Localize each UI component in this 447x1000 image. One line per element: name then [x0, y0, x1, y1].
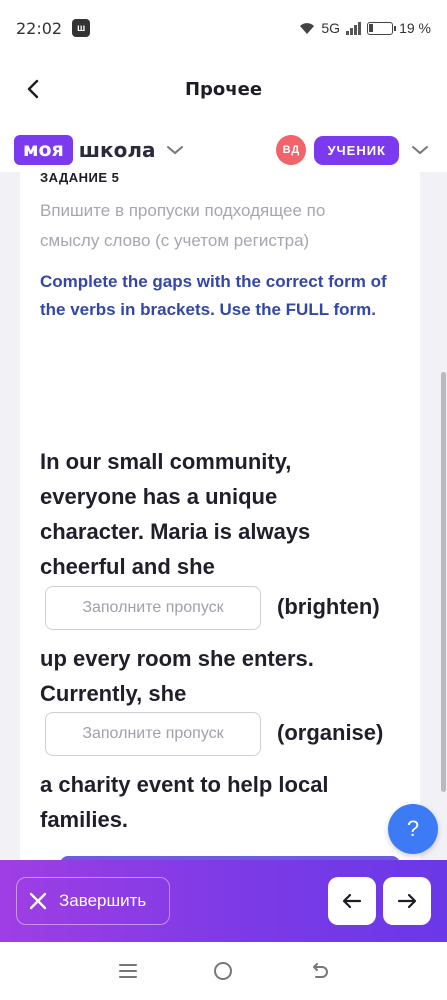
gap-input-2[interactable] — [45, 712, 261, 756]
system-nav-bar — [0, 942, 447, 1000]
next-button[interactable] — [383, 877, 431, 925]
network-type: 5G — [321, 20, 341, 36]
chevron-left-icon — [27, 79, 39, 99]
text-line: a charity event to help local — [40, 772, 329, 797]
status-indicators: 5G 19 % — [299, 20, 431, 36]
brand-logo-shkola: школа — [78, 138, 156, 162]
text-line: character. Maria is always — [40, 519, 311, 544]
brand-logo-moya: моя — [14, 135, 73, 165]
battery-percent: 19 % — [399, 20, 431, 36]
content-area[interactable]: ЗАДАНИЕ 5 Впишите в пропуски подходящее … — [0, 172, 447, 860]
task-instruction: Впишите в пропуски подходящее по смыслу … — [40, 201, 326, 250]
battery-icon — [367, 21, 397, 35]
home-icon[interactable] — [208, 956, 238, 986]
avatar[interactable]: ВД — [276, 135, 307, 165]
text-line: up every room she enters. — [40, 646, 314, 671]
help-button[interactable]: ? — [388, 804, 438, 854]
arrow-right-icon — [397, 893, 417, 909]
arrow-left-icon — [342, 893, 362, 909]
gap-hint-1: (brighten) — [277, 594, 380, 619]
app-header: Прочее — [0, 60, 447, 118]
scrollbar[interactable] — [441, 372, 446, 792]
text-line: everyone has a unique — [40, 484, 278, 509]
gap-input-1[interactable] — [45, 586, 261, 630]
signal-icon — [346, 21, 362, 35]
text-line: Currently, she — [40, 681, 187, 706]
task-english-instruction: Complete the gaps with the correct form … — [40, 272, 387, 319]
role-badge[interactable]: УЧЕНИК — [314, 135, 399, 165]
text-line: In our small community, — [40, 449, 292, 474]
app-notification-icon: ш — [72, 19, 91, 37]
back-button[interactable] — [18, 74, 48, 104]
task-card: ЗАДАНИЕ 5 Впишите в пропуски подходящее … — [20, 172, 420, 860]
gap-hint-2: (organise) — [277, 720, 384, 745]
prev-button[interactable] — [328, 877, 376, 925]
finish-label: Завершить — [59, 891, 147, 910]
finish-button[interactable]: Завершить — [16, 877, 170, 925]
page-title: Прочее — [184, 78, 263, 100]
help-label: ? — [406, 816, 420, 841]
task-label: ЗАДАНИЕ 5 — [40, 172, 120, 185]
wifi-icon — [300, 23, 315, 34]
status-time: 22:02 — [16, 18, 63, 38]
text-line: cheerful and she — [40, 554, 215, 579]
brand-bar: моя школа ВД УЧЕНИК — [0, 128, 447, 172]
close-icon — [29, 892, 47, 910]
back-nav-icon[interactable] — [304, 956, 334, 986]
chevron-down-icon[interactable] — [166, 144, 184, 156]
chevron-down-icon[interactable] — [411, 144, 429, 156]
bottom-action-bar: Завершить — [0, 860, 447, 942]
status-bar: 22:02 ш 5G 19 % — [0, 0, 447, 56]
menu-icon[interactable] — [113, 956, 143, 986]
text-line: families. — [40, 807, 129, 832]
